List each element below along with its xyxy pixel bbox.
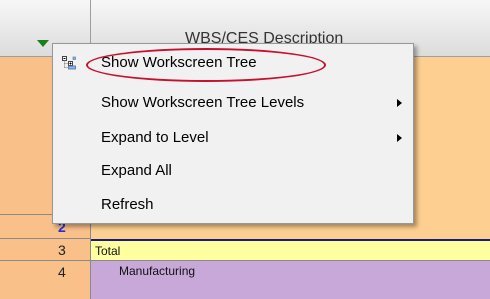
row-description: Total [95, 244, 121, 258]
row-header-4[interactable]: 4 [0, 261, 91, 299]
menu-item-refresh[interactable]: Refresh [53, 190, 413, 220]
row-number: 4 [58, 264, 66, 280]
menu-item-expand-all[interactable]: Expand All [53, 156, 413, 186]
context-menu: Show Workscreen Tree Show Workscreen Tre… [52, 43, 414, 224]
row-header-3[interactable]: 3 [0, 239, 91, 261]
menu-item-label: Show Workscreen Tree [101, 54, 257, 71]
table-row-total[interactable]: Total [91, 239, 490, 261]
row-number: 3 [58, 242, 66, 258]
submenu-arrow-icon [397, 134, 402, 142]
row-description: Manufacturing [119, 264, 196, 278]
menu-item-show-workscreen-tree[interactable]: Show Workscreen Tree [53, 48, 413, 78]
table-row-manufacturing[interactable]: Manufacturing [91, 261, 490, 299]
menu-item-expand-to-level[interactable]: Expand to Level [53, 123, 413, 153]
submenu-arrow-icon [397, 99, 402, 107]
menu-item-show-workscreen-tree-levels[interactable]: Show Workscreen Tree Levels [53, 88, 413, 118]
menu-item-label: Expand to Level [101, 129, 209, 146]
corner-triangle-icon [37, 40, 49, 47]
menu-item-label: Expand All [101, 162, 172, 179]
menu-item-label: Show Workscreen Tree Levels [101, 94, 305, 111]
menu-item-label: Refresh [101, 196, 154, 213]
tree-view-icon [62, 56, 76, 70]
